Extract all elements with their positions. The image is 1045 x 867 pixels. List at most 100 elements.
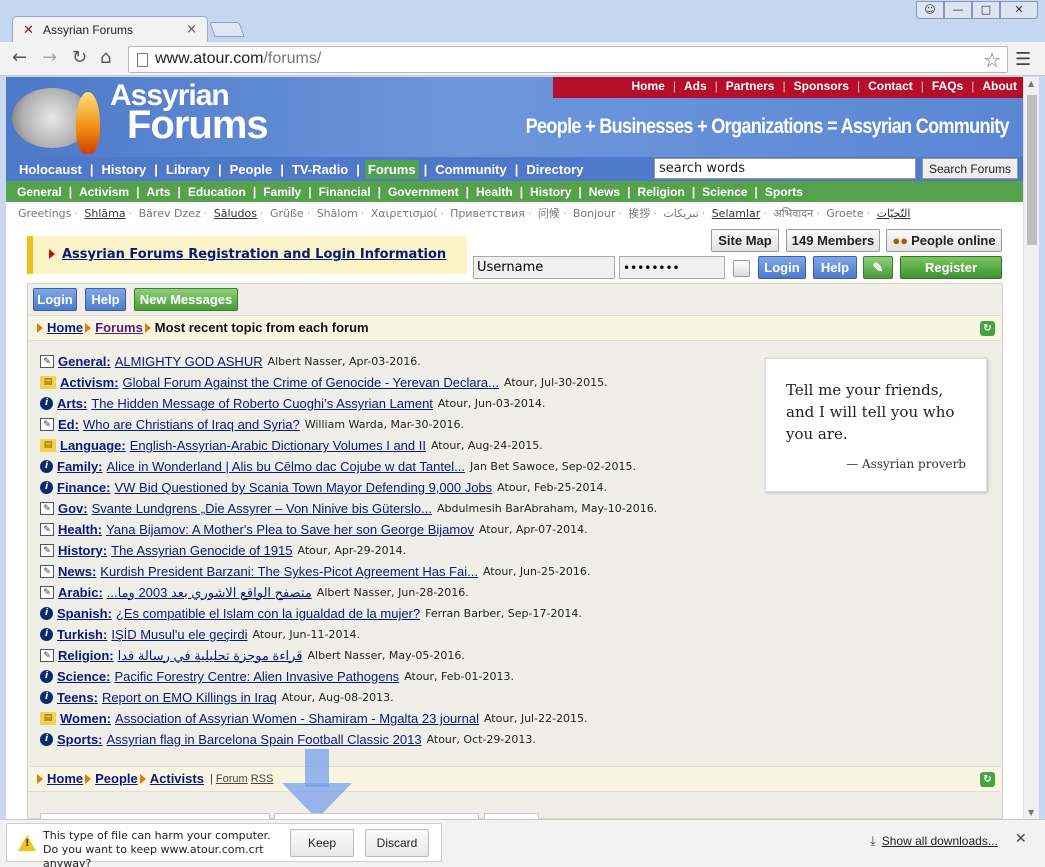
top-link-partners[interactable]: Partners xyxy=(726,79,775,93)
forum-name-link[interactable]: Teens: xyxy=(57,690,98,705)
nav-history[interactable]: History xyxy=(98,160,149,179)
forum-name-link[interactable]: Spanish: xyxy=(57,606,112,621)
help-button[interactable]: Help xyxy=(813,256,857,279)
panel-login-button[interactable]: Login xyxy=(33,288,77,311)
forum-name-link[interactable]: Arabic: xyxy=(58,585,103,600)
forum-topic-link[interactable]: English-Assyrian-Arabic Dictionary Volum… xyxy=(130,438,426,453)
password-field[interactable] xyxy=(619,256,725,279)
cat-education[interactable]: Education xyxy=(188,185,246,199)
close-window-button[interactable]: ✕ xyxy=(1000,1,1038,19)
forum-name-link[interactable]: Sports: xyxy=(57,732,103,747)
forum-name-link[interactable]: Arts: xyxy=(57,396,87,411)
greeting-link[interactable]: Selamlar xyxy=(712,207,761,220)
cat-science[interactable]: Science xyxy=(702,185,747,199)
forum-name-link[interactable]: Turkish: xyxy=(57,627,107,642)
page-scrollbar[interactable]: ▲ ▼ xyxy=(1023,77,1039,819)
forum-topic-link[interactable]: ¿Es compatible el Islam con la igualdad … xyxy=(116,606,420,621)
breadcrumb-home[interactable]: Home xyxy=(47,771,83,786)
reload-icon[interactable]: ↻ xyxy=(72,47,87,68)
site-logo[interactable] xyxy=(10,82,100,154)
forum-topic-link[interactable]: The Hidden Message of Roberto Cuoghi’s A… xyxy=(91,396,433,411)
new-messages-button[interactable]: New Messages xyxy=(134,288,238,311)
new-tab-button[interactable] xyxy=(209,22,245,37)
registration-info-link[interactable]: Assyrian Forums Registration and Login I… xyxy=(62,247,446,262)
password-hint-icon[interactable]: ✎ xyxy=(863,256,893,279)
toggle-icon[interactable]: ↻ xyxy=(980,321,995,336)
forum-topic-link[interactable]: Association of Assyrian Women - Shamiram… xyxy=(115,711,479,726)
nav-library[interactable]: Library xyxy=(163,160,213,179)
keep-button[interactable]: Keep xyxy=(290,829,354,857)
nav-directory[interactable]: Directory xyxy=(523,160,586,179)
login-button[interactable]: Login xyxy=(758,256,806,279)
forum-topic-link[interactable]: Global Forum Against the Crime of Genoci… xyxy=(123,375,499,390)
toggle-icon[interactable]: ↻ xyxy=(980,772,995,787)
address-bar[interactable]: www.atour.com/forums/ ☆ xyxy=(128,46,1008,73)
nav-people[interactable]: People xyxy=(227,160,276,179)
search-forums-button[interactable]: Search Forums xyxy=(922,158,1018,179)
top-link-faqs[interactable]: FAQs xyxy=(932,79,963,93)
people-online-button[interactable]: ●● People online xyxy=(886,229,1002,252)
cat-government[interactable]: Government xyxy=(388,185,459,199)
breadcrumb-people[interactable]: People xyxy=(95,771,138,786)
forum-name-link[interactable]: General: xyxy=(58,354,111,369)
members-button[interactable]: 149 Members xyxy=(786,229,880,252)
forum-name-link[interactable]: Women: xyxy=(60,711,111,726)
greeting-link[interactable]: Săludos xyxy=(214,207,257,220)
greeting-link[interactable]: Shlāma xyxy=(84,207,125,220)
forum-name-link[interactable]: Religion: xyxy=(58,648,114,663)
forum-name-link[interactable]: Language: xyxy=(60,438,126,453)
maximize-button[interactable]: □ xyxy=(972,1,1000,19)
nav-forums[interactable]: Forums xyxy=(364,159,419,179)
forum-topic-link[interactable]: VW Bid Questioned by Scania Town Mayor D… xyxy=(114,480,492,495)
cat-sports[interactable]: Sports xyxy=(765,185,803,199)
forum-link[interactable]: Forum xyxy=(216,773,248,785)
forum-topic-link[interactable]: Alice in Wonderland | Alis bu Cēlmo dac … xyxy=(107,459,465,474)
cat-general[interactable]: General xyxy=(17,185,62,199)
show-all-downloads-link[interactable]: ⤓ Show all downloads... xyxy=(870,833,998,849)
top-link-home[interactable]: Home xyxy=(632,79,665,93)
forum-name-link[interactable]: Ed: xyxy=(58,417,79,432)
breadcrumb-activists[interactable]: Activists xyxy=(150,771,204,786)
site-map-button[interactable]: Site Map xyxy=(711,229,779,252)
forum-name-link[interactable]: Health: xyxy=(58,522,102,537)
forum-topic-link[interactable]: The Assyrian Genocide of 1915 xyxy=(111,543,292,558)
forum-topic-link[interactable]: متصفح الواقع الاشوري بعد 2003 وما... xyxy=(107,585,312,601)
top-link-ads[interactable]: Ads xyxy=(684,79,707,93)
forum-topic-link[interactable]: Kurdish President Barzani: The Sykes-Pic… xyxy=(100,564,478,579)
forum-topic-link[interactable]: IŞİD Musul'u ele geçirdi xyxy=(111,627,247,642)
top-link-sponsors[interactable]: Sponsors xyxy=(794,79,849,93)
profile-icon[interactable]: ☺ xyxy=(916,1,944,19)
cat-arts[interactable]: Arts xyxy=(146,185,170,199)
back-arrow-icon[interactable]: ← xyxy=(12,47,27,68)
scroll-up-icon[interactable]: ▲ xyxy=(1028,79,1034,88)
tab-close-icon[interactable]: × xyxy=(186,22,197,37)
forum-topic-link[interactable]: Yana Bijamov: A Mother's Plea to Save he… xyxy=(106,522,474,537)
greeting-link[interactable]: التّحيّات xyxy=(877,207,911,220)
bookmark-star-icon[interactable]: ☆ xyxy=(983,48,1001,72)
top-link-contact[interactable]: Contact xyxy=(868,79,913,93)
remember-me-checkbox[interactable] xyxy=(733,260,750,277)
nav-community[interactable]: Community xyxy=(432,160,510,179)
cat-financial[interactable]: Financial xyxy=(319,185,371,199)
top-link-about[interactable]: About xyxy=(982,79,1017,93)
forum-topic-link[interactable]: Who are Christians of Iraq and Syria? xyxy=(83,417,300,432)
forum-name-link[interactable]: Activism: xyxy=(60,375,119,390)
cat-history[interactable]: History xyxy=(530,185,571,199)
nav-holocaust[interactable]: Holocaust xyxy=(16,160,85,179)
forum-topic-link[interactable]: Report on EMO Killings in Iraq xyxy=(102,690,277,705)
forward-arrow-icon[interactable]: → xyxy=(42,47,57,68)
scroll-down-icon[interactable]: ▼ xyxy=(1028,808,1034,817)
forum-name-link[interactable]: Family: xyxy=(57,459,103,474)
browser-tab[interactable]: ✕ Assyrian Forums × xyxy=(12,16,208,43)
rss-link[interactable]: RSS xyxy=(251,773,274,785)
search-input[interactable] xyxy=(654,158,916,179)
forum-topic-link[interactable]: قراءة موجزة تحليلية في رسالة فدا xyxy=(118,648,303,664)
forum-topic-link[interactable]: Assyrian flag in Barcelona Spain Footbal… xyxy=(107,732,422,747)
home-icon[interactable]: ⌂ xyxy=(100,47,111,68)
close-download-bar-icon[interactable]: ✕ xyxy=(1015,831,1027,847)
browser-menu-icon[interactable]: ☰ xyxy=(1015,49,1031,70)
scrollbar-thumb[interactable] xyxy=(1027,95,1037,245)
breadcrumb-home[interactable]: Home xyxy=(47,320,83,335)
cat-health[interactable]: Health xyxy=(476,185,513,199)
panel-help-button[interactable]: Help xyxy=(85,288,126,311)
